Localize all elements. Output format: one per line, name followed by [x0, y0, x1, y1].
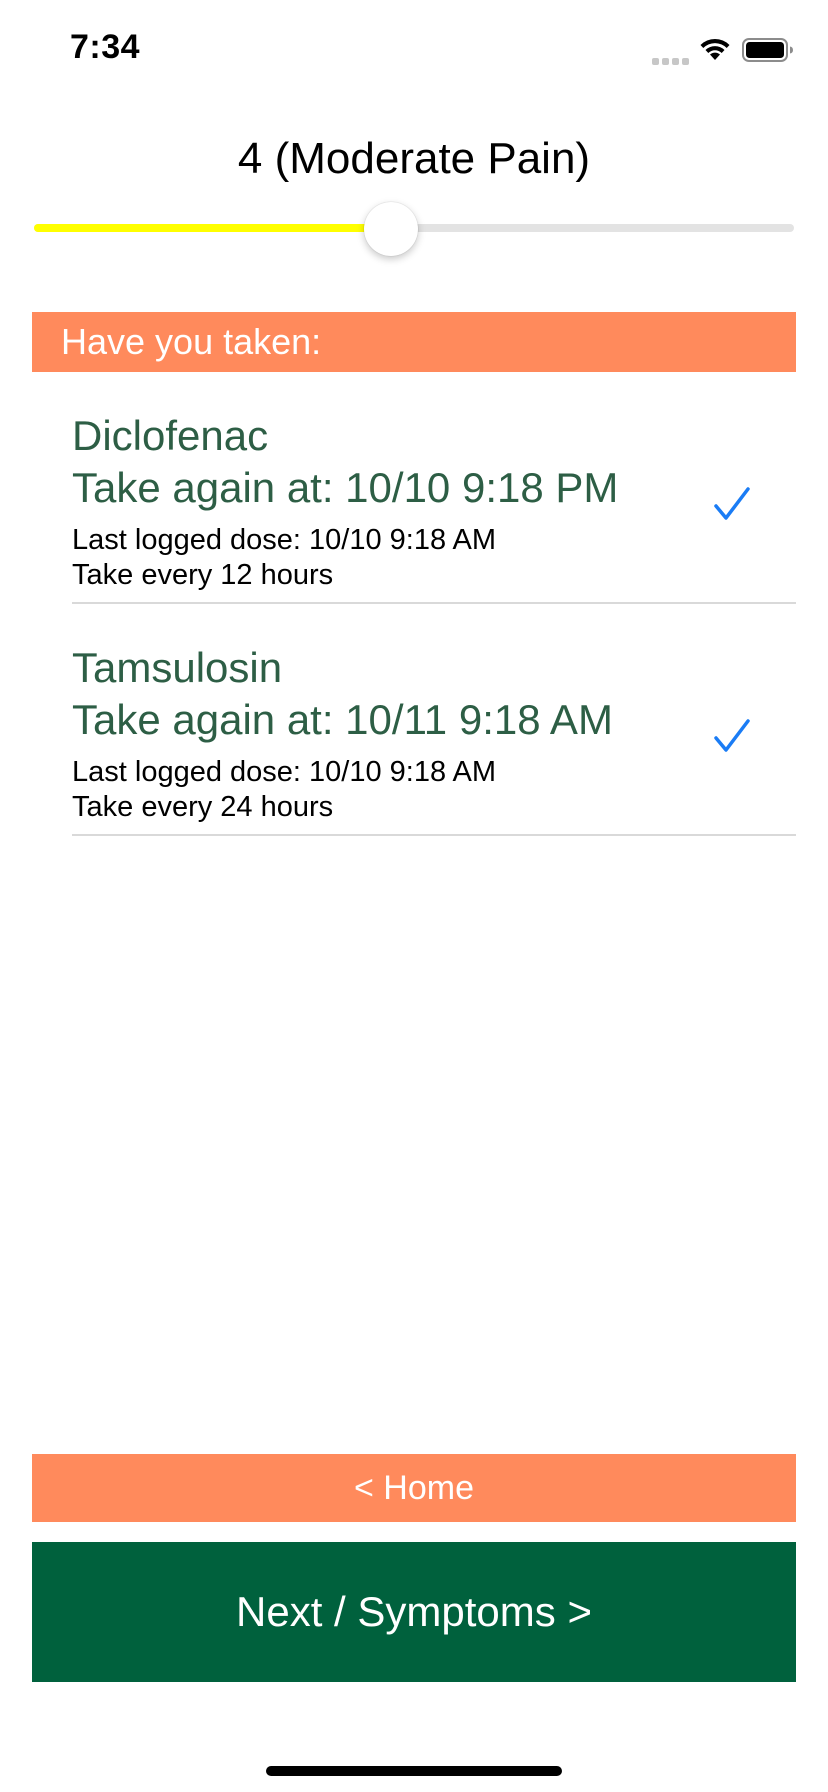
last-dose-time: Last logged dose: 10/10 9:18 AM: [72, 524, 497, 556]
medications-header: Have you taken:: [32, 312, 796, 372]
pain-slider[interactable]: [34, 202, 794, 256]
home-indicator: [266, 1766, 562, 1776]
next-symptoms-button[interactable]: Next / Symptoms >: [32, 1542, 796, 1682]
pain-level-label: 4 (Moderate Pain): [237, 134, 591, 183]
slider-thumb[interactable]: [364, 202, 419, 256]
checkmark-icon[interactable]: [713, 718, 751, 756]
dose-frequency: Take every 12 hours: [72, 559, 334, 591]
medication-row-tamsulosin[interactable]: Tamsulosin Take again at: 10/11 9:18 AM …: [0, 604, 828, 836]
last-dose-time: Last logged dose: 10/10 9:18 AM: [72, 756, 497, 788]
dose-frequency: Take every 24 hours: [72, 791, 334, 823]
medication-row-diclofenac[interactable]: Diclofenac Take again at: 10/10 9:18 PM …: [0, 372, 828, 604]
battery-icon: [742, 38, 793, 62]
status-bar: 7:34: [0, 0, 828, 100]
home-button[interactable]: < Home: [32, 1454, 796, 1522]
status-time: 7:34: [70, 28, 141, 66]
next-dose-time: Take again at: 10/10 9:18 PM: [72, 464, 619, 511]
medication-name: Tamsulosin: [72, 644, 283, 691]
medication-list: Diclofenac Take again at: 10/10 9:18 PM …: [0, 372, 828, 836]
next-dose-time: Take again at: 10/11 9:18 AM: [72, 696, 613, 743]
slider-fill: [34, 224, 392, 232]
wifi-icon: [700, 38, 730, 60]
row-divider: [72, 834, 796, 836]
cellular-signal-icon: [652, 52, 692, 65]
medication-name: Diclofenac: [72, 412, 269, 459]
checkmark-icon[interactable]: [713, 486, 751, 524]
